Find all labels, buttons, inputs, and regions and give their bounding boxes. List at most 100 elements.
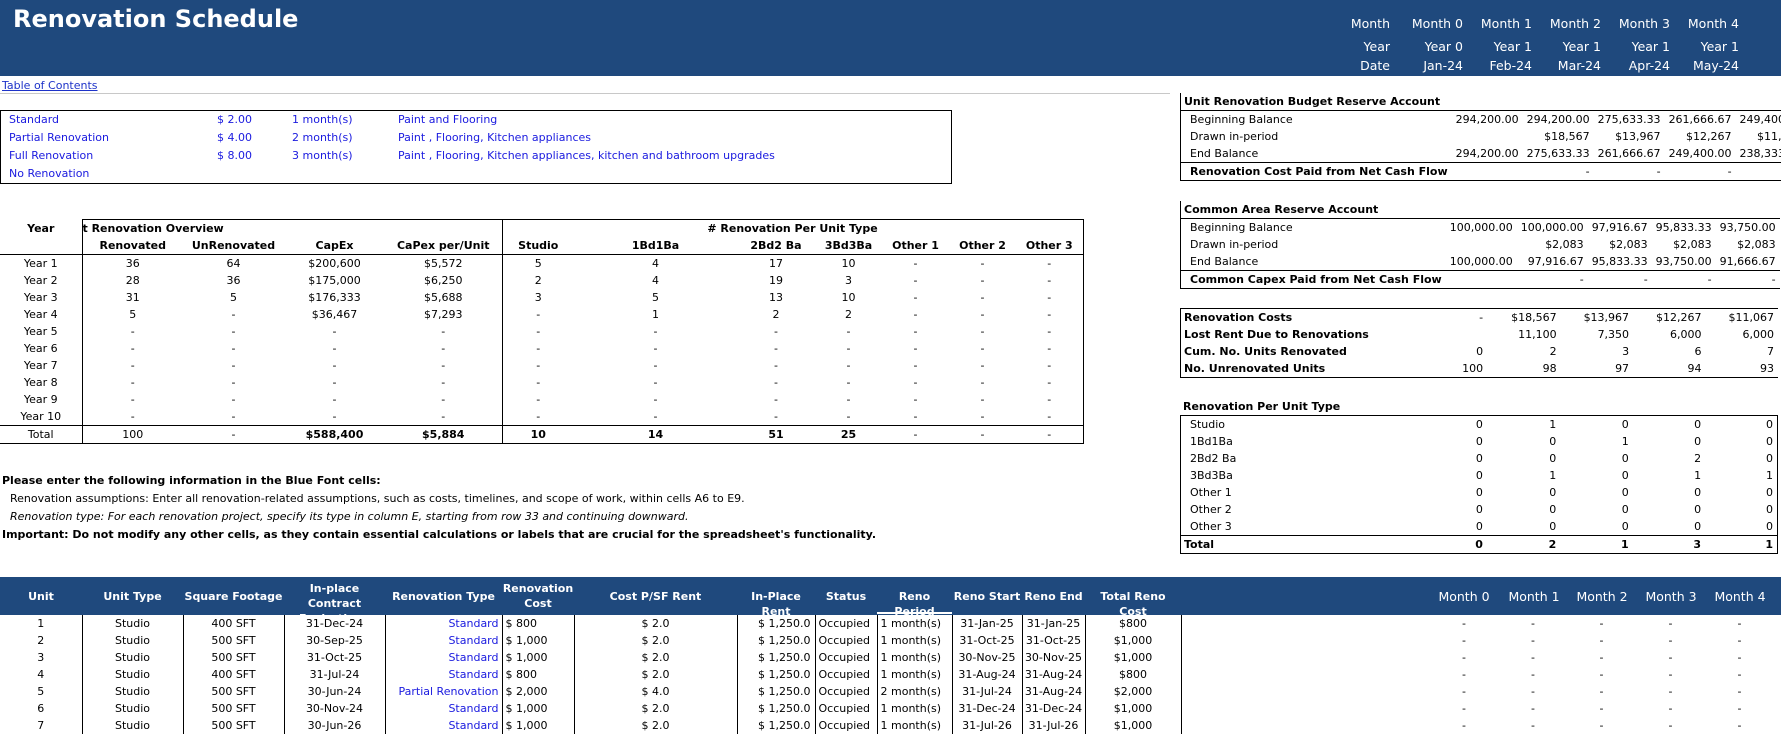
- right-table-value: -: [1664, 162, 1736, 181]
- unit-table-cell[interactable]: Standard: [385, 717, 503, 734]
- unit-table-month-cell: -: [1599, 668, 1604, 681]
- unit-table-cell[interactable]: Standard: [385, 700, 503, 717]
- unit-type-value: 0: [1621, 520, 1629, 533]
- table-of-contents-link[interactable]: Table of Contents: [2, 79, 98, 92]
- assumption-cost-cell[interactable]: $ 8.00: [180, 149, 252, 162]
- unit-type-value: 0: [1705, 484, 1779, 501]
- ov-col-header: Other 3: [1016, 237, 1084, 255]
- assumption-scope-cell[interactable]: Paint , Flooring, Kitchen appliances: [398, 131, 938, 144]
- ov-cell: -: [1016, 408, 1084, 426]
- ov-cell: Year 10: [20, 410, 62, 423]
- unit-table-cell: Occupied: [815, 700, 878, 717]
- table-row[interactable]: 1 Studio 400 SFT 31-Dec-24 Standard $ 800 $ 2.…: [0, 615, 1774, 632]
- unit-type-total-value: 1: [1705, 535, 1779, 554]
- table-row[interactable]: 2 Studio 500 SFT 30-Sep-25 Standard $ 1,000 $ …: [0, 632, 1774, 649]
- ov-cell: -: [441, 359, 446, 372]
- ov-cell: 2: [772, 308, 780, 321]
- right-table-value: $2,083: [1673, 238, 1712, 251]
- right-table-value: 93,750.00: [1655, 255, 1712, 268]
- assumption-type-cell[interactable]: Full Renovation: [9, 149, 189, 162]
- right-table-label: Beginning Balance: [1179, 110, 1452, 128]
- ov-group2-header: # Renovation Per Unit Type: [501, 219, 1084, 237]
- right-table-value: -: [1651, 270, 1716, 289]
- ov-cell: -: [980, 342, 985, 355]
- unit-type-value: 1: [1549, 469, 1557, 482]
- ov-cell: -: [231, 325, 236, 338]
- unit-table-cell: Studio: [82, 615, 184, 632]
- unit-table-cell[interactable]: Partial Renovation: [385, 683, 503, 700]
- unit-table-cell: 31-Dec-24: [1022, 700, 1086, 717]
- ov-cell: -: [949, 425, 1016, 444]
- unit-table-cell: $ 1,000: [502, 632, 575, 649]
- right-table-value: $18,567: [1544, 130, 1590, 143]
- assumption-cost-cell[interactable]: $ 2.00: [180, 113, 252, 126]
- unit-type-value: 1: [1486, 415, 1561, 433]
- table-row[interactable]: 4 Studio 400 SFT 31-Jul-24 Standard $ 800 $ 2.…: [0, 666, 1774, 683]
- ov-cell: -: [774, 376, 778, 389]
- right-table-title: Common Area Reserve Account: [1179, 201, 1780, 219]
- right-table-label: No. Unrenovated Units: [1180, 360, 1386, 378]
- unit-table-cell: 3: [0, 649, 83, 666]
- unit-table-cell: $1,000: [1085, 700, 1182, 717]
- right-table-value: 97: [1560, 360, 1634, 378]
- ov-col-header: CaPex per/Unit: [385, 237, 502, 255]
- right-table-value: 94: [1633, 360, 1706, 378]
- assumption-type-cell[interactable]: No Renovation: [9, 167, 189, 180]
- unit-table-cell: 500 SFT: [183, 632, 285, 649]
- header-year-cell: Year 1: [1631, 39, 1670, 54]
- ov-cell: -: [441, 393, 446, 406]
- unit-table-cell: 31-Jul-26: [952, 717, 1023, 734]
- table-row[interactable]: 6 Studio 500 SFT 30-Nov-24 Standard $ 1,000 $ …: [0, 700, 1774, 717]
- unit-table-cell[interactable]: Standard: [385, 666, 503, 683]
- ov-cell: -: [183, 425, 284, 444]
- unit-table-cell: $ 1,000: [502, 717, 575, 734]
- header-date-cell: May-24: [1692, 58, 1739, 73]
- unit-type-value: 0: [1694, 503, 1702, 516]
- assumption-period-cell[interactable]: 1 month(s): [292, 113, 392, 126]
- table-row[interactable]: 7 Studio 500 SFT 30-Jun-26 Standard $ 1,000 $ …: [0, 717, 1774, 734]
- unit-type-value: 0: [1705, 415, 1779, 433]
- unit-type-value: 0: [1549, 435, 1557, 448]
- header-month-cell: Month 2: [1549, 16, 1601, 31]
- assumption-scope-cell[interactable]: Paint , Flooring, Kitchen appliances, ki…: [398, 149, 938, 162]
- assumption-period-cell[interactable]: 2 month(s): [292, 131, 392, 144]
- unit-table-cell: Occupied: [815, 683, 878, 700]
- right-table-value: $12,267: [1656, 311, 1702, 324]
- unit-table-cell[interactable]: Standard: [385, 649, 503, 666]
- unit-type-value: 0: [1385, 415, 1487, 433]
- right-table-label: Lost Rent Due to Renovations: [1180, 326, 1386, 343]
- assumption-type-cell[interactable]: Standard: [9, 113, 189, 126]
- assumption-type-cell[interactable]: Partial Renovation: [9, 131, 189, 144]
- unit-table-cell: $ 2.0: [574, 700, 738, 717]
- unit-table-cell[interactable]: Standard: [385, 615, 503, 632]
- assumption-cost-cell[interactable]: $ 4.00: [180, 131, 252, 144]
- ov-cell: -: [653, 393, 658, 406]
- ov-cell: 3: [845, 274, 852, 287]
- right-table-label: Renovation Costs: [1180, 308, 1386, 326]
- unit-type-total-value: 3: [1632, 535, 1706, 554]
- unit-table-month-cell: -: [1531, 634, 1535, 647]
- assumption-scope-cell[interactable]: Paint and Flooring: [398, 113, 938, 126]
- table-row[interactable]: 3 Studio 500 SFT 31-Oct-25 Standard $ 1,000 $ …: [0, 649, 1774, 666]
- ov-cell: $5,572: [424, 257, 463, 270]
- right-table-value: 2: [1549, 345, 1557, 358]
- unit-type-total-value: 0: [1385, 535, 1487, 554]
- right-table-label: Beginning Balance: [1179, 218, 1446, 236]
- right-table-value: [1446, 236, 1517, 253]
- unit-table-spacer: [1181, 649, 1429, 666]
- unit-table-month-cell: -: [1531, 685, 1535, 698]
- ov-cell: $588,400: [284, 425, 385, 444]
- unit-table-cell[interactable]: Standard: [385, 632, 503, 649]
- ov-row: Year 1 36 64 $200,600 $5,572 5 4 17 10 - - -: [0, 254, 1084, 272]
- ov-cell: -: [231, 410, 236, 423]
- assumption-period-cell[interactable]: 3 month(s): [292, 149, 392, 162]
- notes-line-3: Important: Do not modify any other cells…: [2, 528, 877, 541]
- table-row[interactable]: 5 Studio 500 SFT 30-Jun-24 Partial Renovatio…: [0, 683, 1774, 700]
- unit-table-cell: 31-Jan-25: [952, 615, 1023, 632]
- ov-cell: -: [913, 393, 918, 406]
- unit-table-cell: 400 SFT: [183, 615, 285, 632]
- unit-table-cell: $ 2.0: [574, 632, 738, 649]
- header-date-cell: Mar-24: [1557, 58, 1601, 73]
- unit-type-value: 0: [1475, 486, 1483, 499]
- right-table-value: 294,200.00: [1526, 113, 1590, 126]
